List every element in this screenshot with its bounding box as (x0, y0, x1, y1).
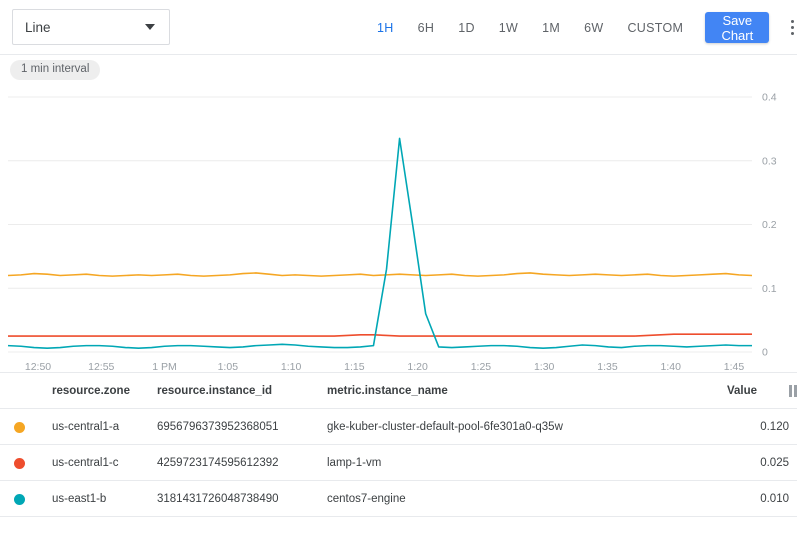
cell-zone: us-central1-a (52, 409, 157, 445)
series-line-2 (8, 138, 752, 348)
x-axis-tick-label: 12:50 (25, 361, 51, 372)
interval-row: 1 min interval (0, 55, 797, 85)
series-color-swatch (0, 445, 52, 481)
column-settings-icon[interactable] (789, 385, 797, 397)
y-axis-tick-label: 0.1 (762, 283, 777, 295)
y-axis-tick-label: 0.3 (762, 155, 777, 167)
chart-gridlines (8, 97, 752, 352)
line-chart: 0 0.1 0.2 0.3 0.4 12:50 12:55 1 PM 1:05 1:10 1:15… (0, 87, 797, 372)
table-header-settings (789, 373, 797, 409)
x-axis-tick-label: 1 PM (152, 361, 177, 372)
series-color-swatch (0, 409, 52, 445)
series-line-1 (8, 334, 752, 336)
chart-series-lines (8, 138, 752, 348)
cell-instance-name: gke-kuber-cluster-default-pool-6fe301a0-… (327, 409, 727, 445)
time-range-custom[interactable]: CUSTOM (615, 15, 695, 41)
table-row[interactable]: us-central1-c4259723174595612392lamp-1-v… (0, 445, 797, 481)
y-axis-tick-label: 0.4 (762, 92, 777, 104)
series-line-0 (8, 273, 752, 276)
time-range-1d[interactable]: 1D (446, 15, 487, 41)
table-header-instance-name[interactable]: metric.instance_name (327, 373, 727, 409)
time-range-6h[interactable]: 6H (406, 15, 447, 41)
x-axis-tick-label: 1:40 (661, 361, 682, 372)
table-header-color (0, 373, 52, 409)
table-row[interactable]: us-east1-b3181431726048738490centos7-eng… (0, 481, 797, 517)
cell-spacer (789, 409, 797, 445)
chevron-down-icon (145, 24, 155, 30)
cell-value: 0.025 (727, 445, 789, 481)
cell-value: 0.120 (727, 409, 789, 445)
cell-spacer (789, 445, 797, 481)
x-axis-tick-label: 12:55 (88, 361, 114, 372)
time-range-1m[interactable]: 1M (530, 15, 572, 41)
chart-area: 0 0.1 0.2 0.3 0.4 12:50 12:55 1 PM 1:05 1:10 1:15… (0, 87, 797, 372)
x-axis-tick-label: 1:15 (344, 361, 365, 372)
x-axis-tick-label: 1:10 (281, 361, 302, 372)
chart-toolbar: Line 1H 6H 1D 1W 1M 6W CUSTOM Save Chart (0, 0, 797, 55)
x-axis-tick-label: 1:35 (597, 361, 618, 372)
x-axis-tick-label: 1:20 (407, 361, 428, 372)
cell-instance-id: 3181431726048738490 (157, 481, 327, 517)
chart-type-select[interactable]: Line (12, 9, 170, 45)
time-range-group: 1H 6H 1D 1W 1M 6W CUSTOM Save Chart (365, 0, 797, 55)
cell-instance-name: lamp-1-vm (327, 445, 727, 481)
series-color-swatch (0, 481, 52, 517)
table-header-instance-id[interactable]: resource.instance_id (157, 373, 327, 409)
table-header-value[interactable]: Value (727, 373, 789, 409)
chart-ytick-labels: 0 0.1 0.2 0.3 0.4 (762, 92, 777, 359)
cell-instance-name: centos7-engine (327, 481, 727, 517)
series-table-wrapper: resource.zone resource.instance_id metri… (0, 372, 797, 517)
x-axis-tick-label: 1:25 (471, 361, 492, 372)
table-header-row: resource.zone resource.instance_id metri… (0, 373, 797, 409)
save-chart-button[interactable]: Save Chart (705, 12, 769, 43)
y-axis-tick-label: 0 (762, 347, 768, 359)
cell-instance-id: 4259723174595612392 (157, 445, 327, 481)
time-range-1w[interactable]: 1W (487, 15, 530, 41)
cell-spacer (789, 481, 797, 517)
table-header-zone[interactable]: resource.zone (52, 373, 157, 409)
chart-type-label: Line (13, 20, 145, 35)
cell-instance-id: 6956796373952368051 (157, 409, 327, 445)
cell-value: 0.010 (727, 481, 789, 517)
interval-badge: 1 min interval (10, 60, 100, 80)
table-row[interactable]: us-central1-a6956796373952368051gke-kube… (0, 409, 797, 445)
cell-zone: us-east1-b (52, 481, 157, 517)
x-axis-tick-label: 1:45 (724, 361, 745, 372)
time-range-6w[interactable]: 6W (572, 15, 615, 41)
series-table: resource.zone resource.instance_id metri… (0, 373, 797, 517)
kebab-menu-icon[interactable] (783, 13, 797, 43)
x-axis-tick-label: 1:05 (218, 361, 239, 372)
y-axis-tick-label: 0.2 (762, 219, 777, 231)
x-axis-tick-label: 1:30 (534, 361, 555, 372)
chart-xtick-labels: 12:50 12:55 1 PM 1:05 1:10 1:15 1:20 1:25 1:30 1:… (25, 361, 745, 372)
cell-zone: us-central1-c (52, 445, 157, 481)
time-range-1h[interactable]: 1H (365, 15, 406, 41)
